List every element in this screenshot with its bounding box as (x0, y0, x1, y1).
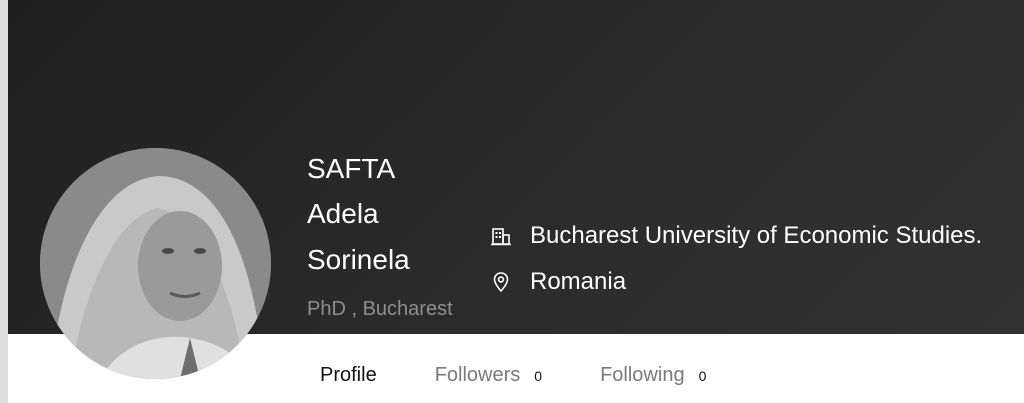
location-pin-icon (490, 271, 512, 293)
following-count: 0 (698, 368, 707, 384)
profile-subtitle: PhD , Bucharest (307, 298, 453, 320)
avatar[interactable] (40, 148, 271, 379)
page-edge (0, 0, 8, 403)
profile-tabs: Profile Followers 0 Following 0 (320, 364, 764, 387)
tab-followers-label: Followers (434, 364, 521, 386)
profile-name-first: SAFTA (307, 153, 396, 184)
tab-profile-label: Profile (320, 364, 377, 386)
organization-name[interactable]: Bucharest University of Economic Studies… (530, 222, 982, 250)
location-name: Romania (530, 268, 627, 295)
building-icon (490, 225, 512, 247)
followers-count: 0 (534, 368, 543, 384)
profile-name-last: Sorinela (307, 244, 410, 275)
profile-name-middle: Adela (307, 198, 379, 229)
organization-row: Bucharest University of Economic Studies… (490, 222, 982, 250)
tab-followers[interactable]: Followers 0 (435, 364, 542, 387)
tab-profile[interactable]: Profile (320, 364, 377, 387)
tab-following-label: Following (600, 364, 685, 386)
tab-following[interactable]: Following 0 (600, 364, 706, 387)
location-row: Romania (490, 268, 626, 296)
profile-photo (40, 148, 271, 379)
